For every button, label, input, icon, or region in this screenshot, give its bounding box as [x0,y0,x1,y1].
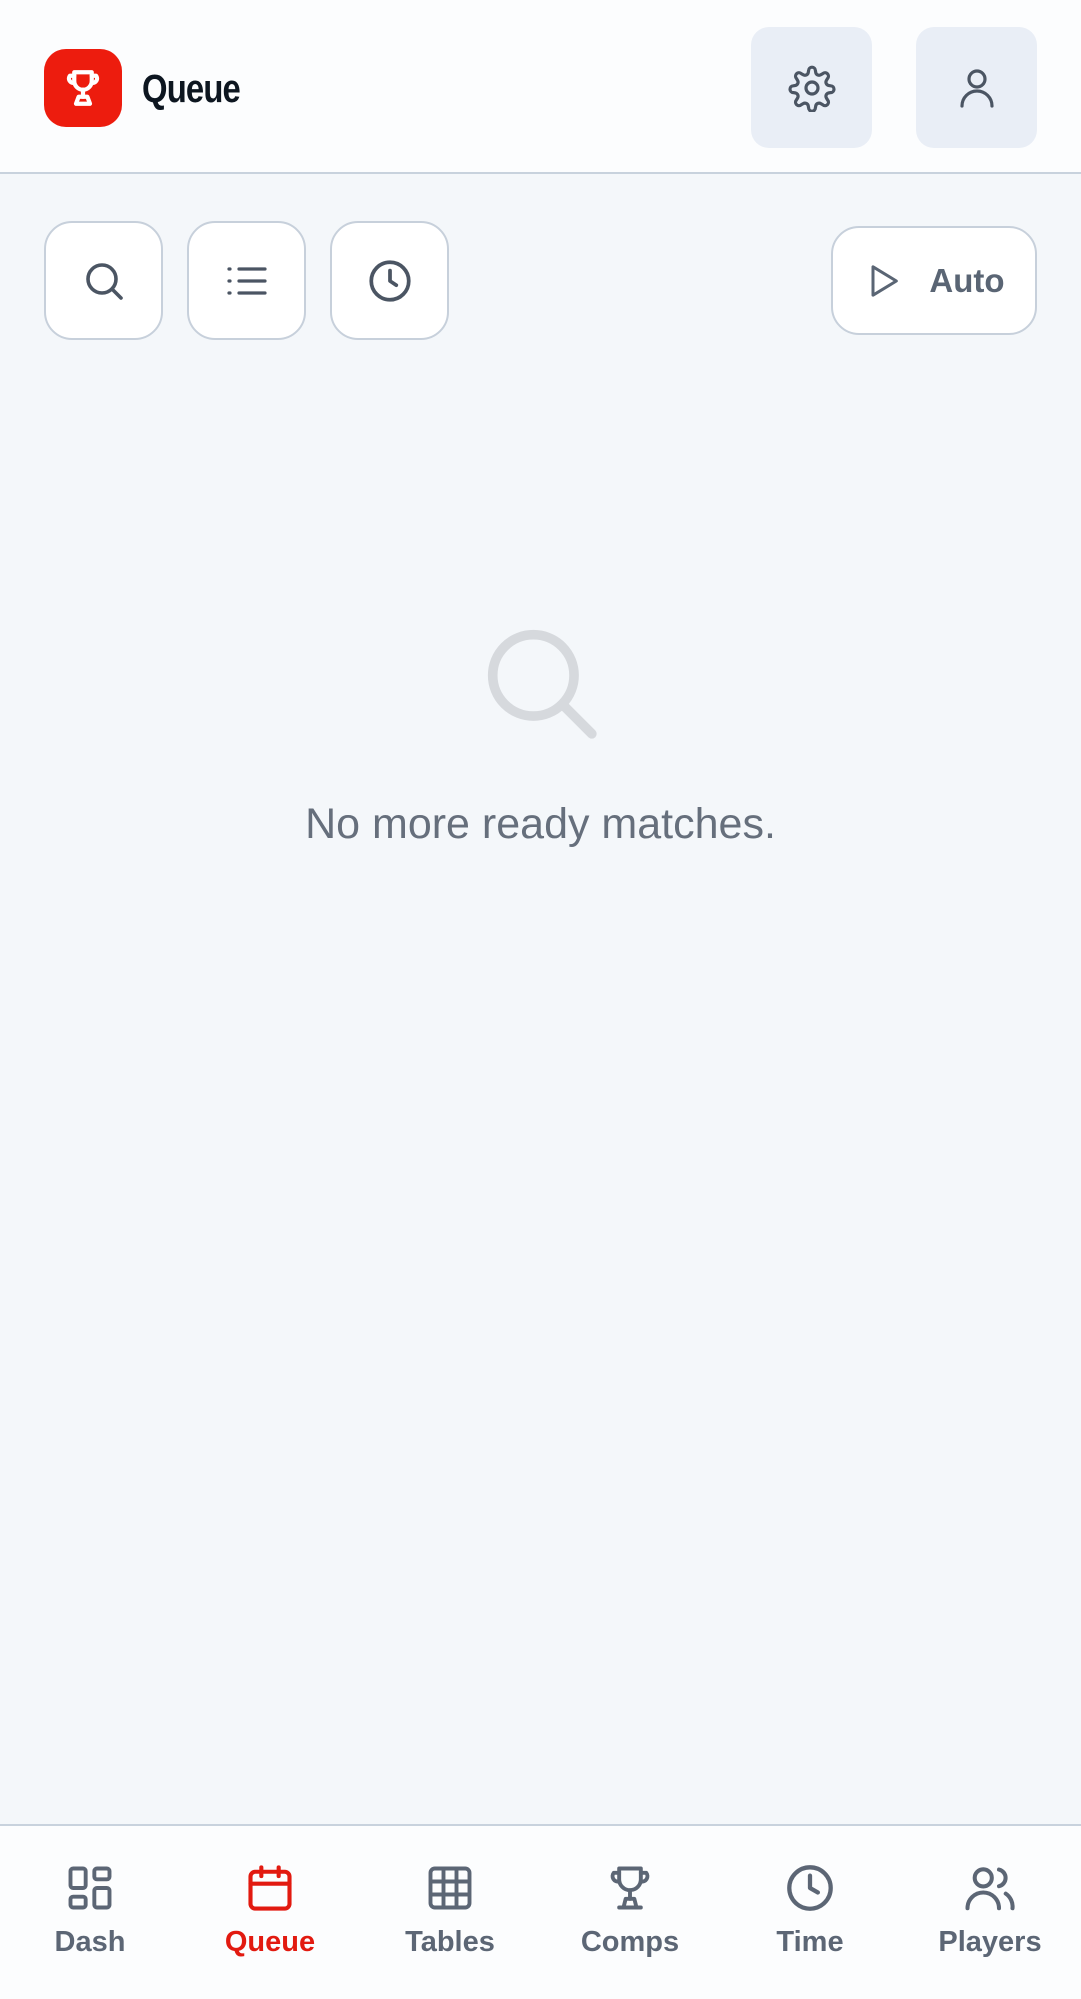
calendar-icon [248,1865,292,1911]
gear-icon [787,65,836,112]
list-icon [226,266,267,295]
settings-button[interactable] [751,27,872,148]
top-header: Queue [0,0,1081,174]
search-button[interactable] [44,221,163,340]
trophy-icon [610,1866,650,1910]
nav-label: Players [938,1926,1042,1958]
nav-label: Tables [405,1926,495,1958]
clock-icon [368,259,411,302]
nav-item-comps[interactable]: Comps [540,1826,720,1999]
app-root: Queue Auto No more ready matches. Dash Q… [0,0,1081,1999]
auto-label: Auto [929,261,1005,299]
nav-label: Comps [580,1926,680,1958]
nav-item-queue[interactable]: Queue [180,1826,360,1999]
trophy-icon [44,49,122,127]
nav-item-players[interactable]: Players [900,1826,1080,1999]
nav-label: Dash [54,1926,126,1958]
history-button[interactable] [330,221,449,340]
list-view-button[interactable] [187,221,306,340]
auto-button[interactable]: Auto [831,226,1037,335]
profile-button[interactable] [916,27,1037,148]
play-icon [871,264,899,297]
grid-icon [428,1866,472,1910]
dashboard-icon [68,1866,112,1910]
nav-item-tables[interactable]: Tables [360,1826,540,1999]
search-icon [487,629,597,739]
search-icon [85,262,123,300]
empty-state-message: No more ready matches. [305,800,776,848]
nav-item-dash[interactable]: Dash [0,1826,180,1999]
page-title: Queue [142,67,241,111]
user-icon [959,68,994,108]
nav-label: Time [776,1926,844,1958]
users-icon [965,1867,1015,1911]
clock-icon [787,1865,833,1911]
bottom-nav: Dash Queue Tables Comps Time Players [0,1824,1081,1999]
nav-item-time[interactable]: Time [720,1826,900,1999]
nav-label: Queue [224,1926,316,1958]
